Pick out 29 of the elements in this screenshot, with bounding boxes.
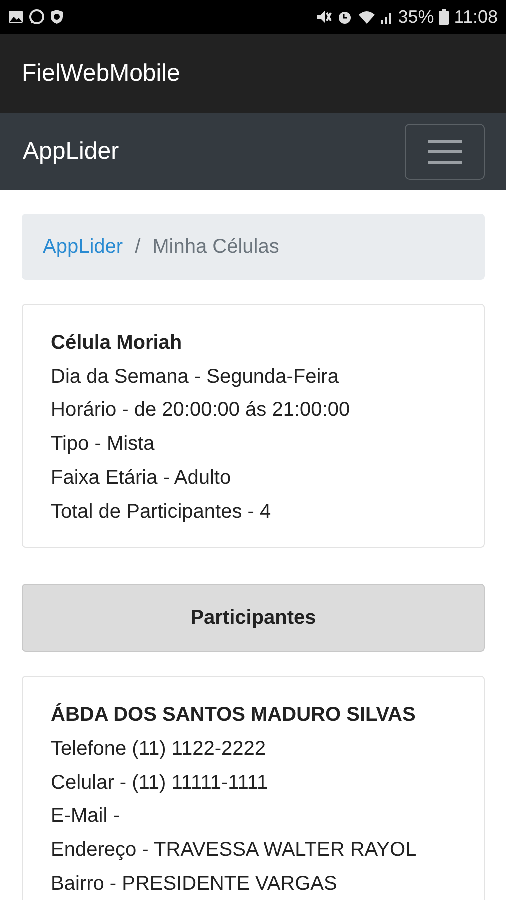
participant-detail: Bairro - PRESIDENTE VARGAS: [51, 872, 338, 897]
battery-icon: [439, 9, 450, 25]
menu-button[interactable]: [405, 124, 485, 180]
mute-icon: [316, 10, 332, 24]
wifi-icon: [358, 10, 376, 24]
cell-detail: Dia da Semana - Segunda-Feira: [51, 364, 339, 390]
alarm-icon: [337, 9, 354, 25]
image-icon: [8, 10, 24, 24]
cell-detail: Horário - de 20:00:00 ás 21:00:00: [51, 398, 350, 424]
shield-icon: [50, 9, 64, 25]
app-title: FielWebMobile: [22, 60, 180, 88]
participant-name: ÁBDA DOS SANTOS MADURO SILVAS: [51, 702, 416, 728]
participant-detail: E-Mail -: [51, 804, 120, 830]
participant-detail: Celular - (11) 11111-1111: [51, 770, 268, 796]
participants-header: Participantes: [22, 584, 485, 652]
clock-time: 11:08: [454, 6, 498, 28]
breadcrumb-separator: /: [135, 236, 141, 258]
participant-detail: Telefone (11) 1122-2222: [51, 736, 266, 762]
navbar-brand[interactable]: AppLider: [23, 138, 120, 166]
menu-icon: [428, 138, 462, 164]
cell-detail: Tipo - Mista: [51, 432, 155, 458]
chat-icon: [29, 9, 45, 25]
cell-detail: Total de Participantes - 4: [51, 500, 272, 525]
breadcrumb-current: Minha Células: [152, 236, 280, 258]
cell-detail: Faixa Etária - Adulto: [51, 466, 232, 491]
battery-percentage: 35%: [398, 6, 434, 28]
cell-title: Célula Moriah: [51, 331, 182, 356]
participant-detail: Endereço - TRAVESSA WALTER RAYOL: [51, 838, 417, 864]
signal-icon: [381, 10, 394, 24]
